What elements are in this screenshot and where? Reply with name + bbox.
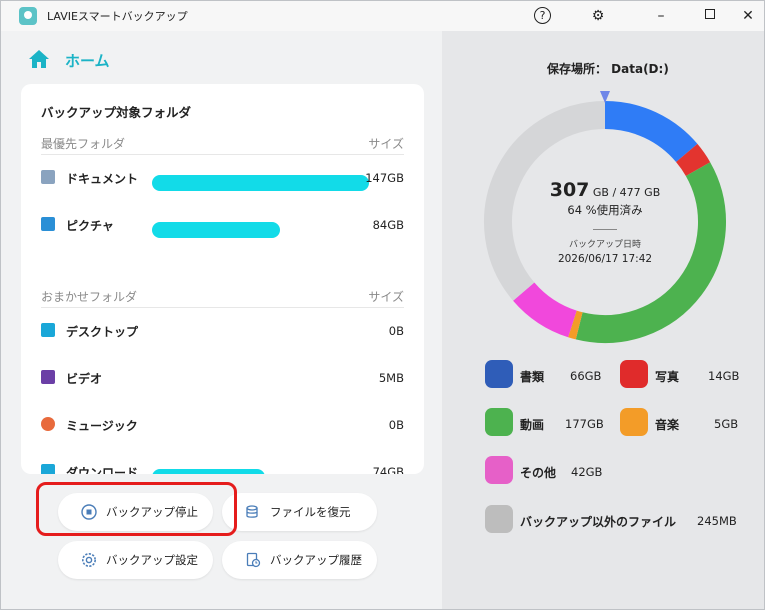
restore-icon xyxy=(246,505,258,518)
gear-icon xyxy=(82,553,96,567)
donut-slice-1 xyxy=(675,143,711,177)
folder-name: ミュージック xyxy=(66,419,138,433)
picture-icon xyxy=(41,217,55,231)
highlight-annotation xyxy=(36,482,237,536)
legend-non-backup-files: バックアップ以外のファイル 245MB xyxy=(485,505,740,535)
folder-row-desktop[interactable]: デスクトップ 0B xyxy=(21,319,424,343)
folder-row-documents[interactable]: ドキュメント 147GB xyxy=(21,166,424,191)
divider xyxy=(593,229,617,230)
music-icon xyxy=(41,417,55,431)
folder-name: ピクチャ xyxy=(66,219,114,233)
button-label: バックアップ設定 xyxy=(106,553,198,567)
backup-folders-card: バックアップ対象フォルダ 最優先フォルダ サイズ ドキュメント 147GB ピク… xyxy=(21,84,424,474)
document-icon xyxy=(485,360,513,388)
backup-history-button[interactable]: バックアップ履歴 xyxy=(222,541,377,579)
settings-gear-icon[interactable]: ⚙ xyxy=(589,7,607,25)
folder-row-music[interactable]: ミュージック 0B xyxy=(21,413,424,437)
folder-size: 5MB xyxy=(378,371,404,385)
video-icon xyxy=(41,370,55,384)
folder-name: ビデオ xyxy=(66,372,103,386)
divider xyxy=(41,154,404,155)
donut-slice-4 xyxy=(513,282,578,338)
backup-settings-button[interactable]: バックアップ設定 xyxy=(58,541,213,579)
document-icon xyxy=(41,170,55,184)
button-label: ファイルを復元 xyxy=(270,505,351,519)
photo-icon xyxy=(620,360,648,388)
desktop-icon xyxy=(41,323,55,337)
divider xyxy=(41,307,404,308)
folder-name: ドキュメント xyxy=(66,172,139,186)
title-bar: LAVIEスマートバックアップ ? ⚙ – ✕ xyxy=(1,1,764,31)
folder-size: 0B xyxy=(388,418,404,432)
used-percent: 64 %使用済み xyxy=(567,203,643,217)
help-icon[interactable]: ? xyxy=(534,7,551,24)
storage-summary: 307 GB / 477 GB 64 %使用済み バックアップ日時 2026/0… xyxy=(533,179,677,265)
folder-row-pictures[interactable]: ピクチャ 84GB xyxy=(21,213,424,238)
home-title[interactable]: ホーム xyxy=(65,50,110,71)
legend-videos: 動画 177GB xyxy=(485,408,605,438)
size-bar xyxy=(152,222,281,238)
auto-size-header: サイズ xyxy=(368,290,404,304)
history-icon xyxy=(246,552,261,568)
app-logo-icon xyxy=(19,7,37,25)
video-icon xyxy=(485,408,513,436)
home-icon[interactable] xyxy=(28,49,50,69)
auto-folder-header: おまかせフォルダ xyxy=(41,290,138,304)
storage-location-label: 保存場所： Data(D:) xyxy=(547,62,669,76)
folder-icon xyxy=(485,505,513,533)
legend-other: その他 42GB xyxy=(485,456,605,486)
folder-name: ダウンロード xyxy=(66,466,139,474)
backup-datetime: 2026/06/17 17:42 xyxy=(557,253,653,265)
minimize-button[interactable]: – xyxy=(652,7,670,25)
legend-music: 音楽 5GB xyxy=(620,408,740,438)
donut-slice-3 xyxy=(568,310,583,340)
size-bar xyxy=(152,469,265,474)
folder-size: 74GB xyxy=(372,465,404,474)
size-bar xyxy=(152,175,369,191)
card-title: バックアップ対象フォルダ xyxy=(41,105,192,120)
backup-datetime-label: バックアップ日時 xyxy=(568,240,641,250)
maximize-button[interactable] xyxy=(705,9,715,19)
download-icon xyxy=(41,464,55,474)
folder-name: デスクトップ xyxy=(66,325,139,339)
app-title: LAVIEスマートバックアップ xyxy=(47,10,188,23)
folder-row-downloads[interactable]: ダウンロード 74GB xyxy=(21,460,424,474)
priority-folder-header: 最優先フォルダ xyxy=(41,137,126,151)
folder-icon xyxy=(485,456,513,484)
legend-documents: 書類 66GB xyxy=(485,360,605,390)
music-icon xyxy=(620,408,648,436)
donut-slice-0 xyxy=(604,101,698,163)
folder-size: 147GB xyxy=(365,171,404,185)
button-label: バックアップ履歴 xyxy=(270,553,362,567)
restore-files-button[interactable]: ファイルを復元 xyxy=(222,493,377,531)
folder-size: 0B xyxy=(388,324,404,338)
close-button[interactable]: ✕ xyxy=(739,7,757,25)
folder-size: 84GB xyxy=(372,218,404,232)
folder-row-video[interactable]: ビデオ 5MB xyxy=(21,366,424,390)
used-capacity: 307 GB / 477 GB xyxy=(549,179,661,201)
priority-size-header: サイズ xyxy=(368,137,404,151)
app-window: LAVIEスマートバックアップ ? ⚙ – ✕ ホーム バックアップ対象フォルダ… xyxy=(0,0,765,610)
legend-photos: 写真 14GB xyxy=(620,360,740,390)
